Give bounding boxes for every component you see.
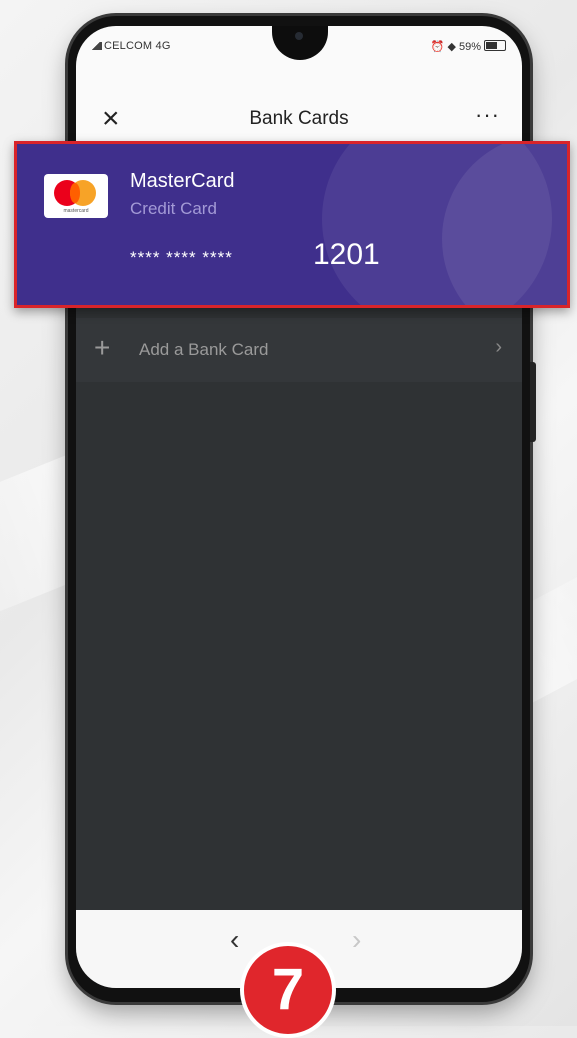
phone-side-button (530, 362, 536, 442)
forward-arrow-icon[interactable]: › (352, 924, 361, 956)
more-options-icon[interactable]: ··· (475, 102, 500, 128)
chevron-right-icon: › (495, 336, 502, 358)
card-type: Credit Card (130, 199, 217, 218)
back-arrow-icon[interactable]: ‹ (230, 924, 239, 956)
alarm-icon: ⏰ (430, 41, 445, 53)
mastercard-credit-card[interactable]: mastercard MasterCard Credit Card **** *… (14, 141, 570, 308)
add-bank-card-label: Add a Bank Card (139, 340, 269, 359)
carrier-text: CELCOM 4G (104, 40, 171, 52)
shield-icon: ◆ (447, 41, 456, 53)
battery-percent: 59% (458, 41, 481, 53)
add-bank-card-row[interactable]: + Add a Bank Card › (76, 318, 522, 382)
camera-icon (295, 32, 303, 40)
mastercard-logo-caption: mastercard (63, 208, 89, 214)
card-last-four: 1201 (313, 238, 380, 271)
card-brand-name: MasterCard (130, 170, 235, 192)
status-right: ⏰ ◆ 59% (431, 40, 506, 53)
carrier-label: CELCOM 4G (90, 40, 171, 52)
mastercard-overlap (70, 183, 80, 203)
signal-icon (90, 42, 102, 50)
card-masked-number: **** **** **** (130, 248, 233, 267)
title-bar: × Bank Cards ··· (76, 62, 522, 142)
plus-icon: + (94, 332, 111, 363)
mastercard-logo-icon: mastercard (44, 174, 108, 218)
step-number-badge: 7 (240, 942, 336, 1038)
page-title: Bank Cards (249, 108, 349, 129)
battery-icon (484, 40, 506, 51)
